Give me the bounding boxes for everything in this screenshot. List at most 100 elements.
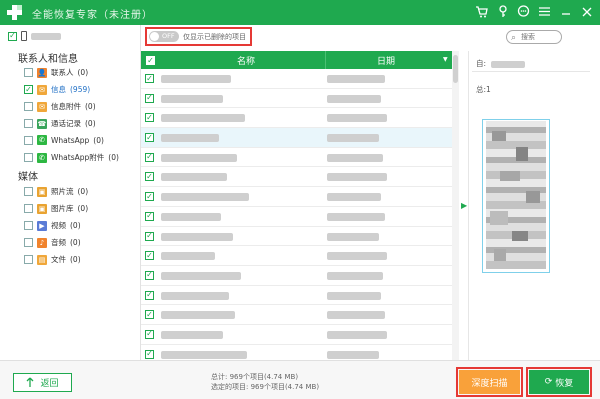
back-button[interactable]: 返回 bbox=[13, 373, 72, 392]
device-row[interactable]: ✓ bbox=[8, 31, 61, 41]
sidebar-item-whatsapp[interactable]: ✆ WhatsApp (0) bbox=[24, 135, 104, 145]
sort-arrow-icon[interactable]: ▼ bbox=[443, 56, 448, 63]
sidebar-item-count: (959) bbox=[70, 85, 91, 94]
checkbox[interactable]: ✓ bbox=[24, 85, 33, 94]
table-row[interactable]: ✓ bbox=[141, 128, 455, 148]
checkbox[interactable] bbox=[24, 68, 33, 77]
table-row[interactable]: ✓ bbox=[141, 207, 455, 227]
sender-redacted bbox=[491, 60, 526, 68]
cart-icon[interactable] bbox=[474, 4, 489, 19]
column-header-date[interactable]: 日期 bbox=[377, 54, 395, 67]
table-row[interactable]: ✓ bbox=[141, 305, 455, 325]
sidebar-item-message-attachments[interactable]: ✉ 信息附件 (0) bbox=[24, 101, 96, 112]
column-header-name[interactable]: 名称 bbox=[237, 54, 255, 67]
checkbox[interactable] bbox=[24, 187, 33, 196]
selected-summary: 选定的项目: 969个项目(4.74 MB) bbox=[211, 383, 320, 391]
table-row[interactable]: ✓ bbox=[141, 89, 455, 109]
table-row[interactable]: ✓ bbox=[141, 246, 455, 266]
select-all-checkbox[interactable]: ✓ bbox=[146, 56, 155, 65]
row-checkbox[interactable]: ✓ bbox=[145, 231, 154, 241]
row-checkbox[interactable]: ✓ bbox=[145, 192, 154, 202]
table-row[interactable]: ✓ bbox=[141, 69, 455, 89]
collapse-preview-arrow-icon[interactable]: ▶ bbox=[461, 201, 467, 210]
row-checkbox[interactable]: ✓ bbox=[145, 152, 154, 162]
table-row[interactable]: ✓ bbox=[141, 286, 455, 306]
row-checkbox[interactable]: ✓ bbox=[145, 93, 154, 103]
sidebar-item-contacts[interactable]: 👤 联系人 (0) bbox=[24, 67, 88, 78]
chat-icon[interactable] bbox=[516, 4, 531, 19]
row-checkbox[interactable]: ✓ bbox=[145, 310, 154, 320]
checkbox[interactable] bbox=[24, 221, 33, 230]
sidebar-item-label: 联系人 bbox=[51, 68, 74, 77]
title-bar: 全能恢复专家（未注册） bbox=[0, 0, 600, 25]
device-checkbox[interactable]: ✓ bbox=[8, 31, 17, 41]
table-row[interactable]: ✓ bbox=[141, 167, 455, 188]
sidebar-item-label: 信息 bbox=[51, 85, 66, 94]
row-date-redacted bbox=[327, 350, 379, 359]
row-checkbox[interactable]: ✓ bbox=[145, 113, 154, 123]
checkbox[interactable] bbox=[24, 204, 33, 213]
row-checkbox[interactable]: ✓ bbox=[145, 251, 154, 261]
row-checkbox[interactable]: ✓ bbox=[145, 329, 154, 339]
back-arrow-icon bbox=[27, 377, 34, 387]
sidebar-item-audio[interactable]: ♪ 音频 (0) bbox=[24, 237, 81, 248]
sidebar-item-photo-library[interactable]: ▣ 图片库 (0) bbox=[24, 203, 88, 214]
show-deleted-only-toggle-area: OFF 仅显示已删除的项目 bbox=[145, 27, 252, 46]
row-name-redacted bbox=[161, 153, 237, 162]
table-row[interactable]: ✓ bbox=[141, 266, 455, 286]
sidebar-item-label: 视频 bbox=[51, 221, 66, 230]
sidebar-item-photo-stream[interactable]: ▣ 照片流 (0) bbox=[24, 186, 88, 197]
search-icon: ⌕ bbox=[511, 33, 517, 43]
sidebar-item-whatsapp-attachments[interactable]: ✆ WhatsApp附件 (0) bbox=[24, 152, 119, 163]
row-date-redacted bbox=[327, 173, 387, 182]
sidebar-item-count: (0) bbox=[108, 153, 119, 162]
row-date-redacted bbox=[327, 271, 383, 280]
table-scrollbar[interactable] bbox=[452, 51, 459, 360]
recover-button[interactable]: ⟳ 恢复 bbox=[529, 370, 589, 394]
sidebar-item-call-log[interactable]: ☎ 通话记录 (0) bbox=[24, 118, 96, 129]
table-row[interactable]: ✓ bbox=[141, 187, 455, 207]
sidebar-item-messages[interactable]: ✓ ✉ 信息 (959) bbox=[24, 84, 90, 95]
menu-icon[interactable] bbox=[537, 4, 552, 19]
row-checkbox[interactable]: ✓ bbox=[145, 290, 154, 300]
table-row[interactable]: ✓ bbox=[141, 227, 455, 247]
show-deleted-only-toggle[interactable]: OFF bbox=[149, 31, 179, 42]
checkbox[interactable] bbox=[24, 153, 33, 162]
search-box[interactable]: ⌕ bbox=[506, 30, 562, 44]
minimize-icon[interactable] bbox=[558, 4, 573, 19]
scrollbar-thumb[interactable] bbox=[453, 55, 458, 83]
row-checkbox[interactable]: ✓ bbox=[145, 74, 154, 83]
back-button-label: 返回 bbox=[40, 379, 59, 389]
row-checkbox[interactable]: ✓ bbox=[145, 133, 154, 143]
section-media: 媒体 bbox=[18, 172, 38, 183]
row-date-redacted bbox=[327, 75, 385, 83]
checkbox[interactable] bbox=[24, 102, 33, 111]
checkbox[interactable] bbox=[24, 255, 33, 264]
deep-scan-button[interactable]: 深度扫描 bbox=[459, 370, 520, 394]
audio-icon: ♪ bbox=[37, 237, 47, 248]
checkbox[interactable] bbox=[24, 135, 33, 145]
toggle-knob bbox=[150, 32, 159, 41]
window-title: 全能恢复专家（未注册） bbox=[32, 10, 153, 21]
app-logo-icon bbox=[7, 5, 22, 20]
toggle-state: OFF bbox=[162, 32, 175, 40]
row-checkbox[interactable]: ✓ bbox=[145, 172, 154, 182]
table-row[interactable]: ✓ bbox=[141, 148, 455, 168]
row-checkbox[interactable]: ✓ bbox=[145, 349, 154, 359]
row-name-redacted bbox=[161, 330, 223, 339]
search-input[interactable] bbox=[521, 32, 559, 42]
table-row[interactable]: ✓ bbox=[141, 108, 455, 129]
key-icon[interactable] bbox=[495, 4, 510, 19]
row-date-redacted bbox=[327, 94, 381, 103]
sidebar-item-files[interactable]: ▤ 文件 (0) bbox=[24, 254, 81, 265]
checkbox[interactable] bbox=[24, 238, 33, 247]
sidebar-item-count: (0) bbox=[77, 204, 89, 213]
sidebar-item-video[interactable]: ▶ 视频 (0) bbox=[24, 220, 81, 231]
table-row[interactable]: ✓ bbox=[141, 325, 455, 345]
table-row[interactable]: ✓ bbox=[141, 345, 455, 360]
video-icon: ▶ bbox=[37, 220, 47, 231]
row-checkbox[interactable]: ✓ bbox=[145, 211, 154, 221]
close-icon[interactable] bbox=[579, 4, 594, 19]
checkbox[interactable] bbox=[24, 119, 33, 128]
row-checkbox[interactable]: ✓ bbox=[145, 270, 154, 280]
